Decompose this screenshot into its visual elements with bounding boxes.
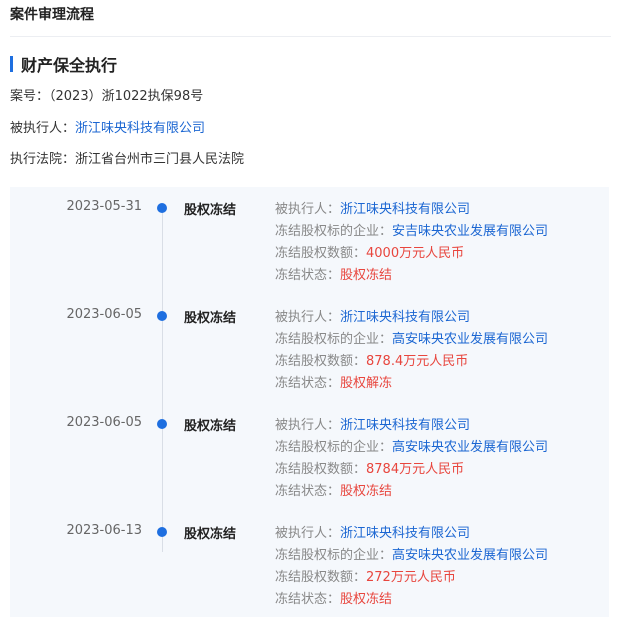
amount-label: 冻结股权数额： bbox=[275, 570, 367, 585]
amount-detail: 冻结股权数额：878.4万元人民币 bbox=[275, 351, 548, 373]
entry-date: 2023-06-05 bbox=[66, 415, 142, 430]
court-value: 浙江省台州市三门县人民法院 bbox=[75, 152, 245, 167]
court-row: 执行法院：浙江省台州市三门县人民法院 bbox=[10, 151, 244, 169]
target-company-detail: 冻结股权标的企业：高安味央农业发展有限公司 bbox=[275, 545, 548, 567]
status-label: 冻结状态： bbox=[275, 268, 341, 283]
entry-details: 被执行人：浙江味央科技有限公司 冻结股权标的企业：高安味央农业发展有限公司 冻结… bbox=[275, 307, 548, 395]
timeline: 2023-05-31 股权冻结 被执行人：浙江味央科技有限公司 冻结股权标的企业… bbox=[10, 187, 609, 617]
target-company-label: 冻结股权标的企业： bbox=[275, 440, 393, 455]
status-label: 冻结状态： bbox=[275, 376, 341, 391]
executee-detail: 被执行人：浙江味央科技有限公司 bbox=[275, 523, 548, 545]
status-detail: 冻结状态：股权冻结 bbox=[275, 481, 548, 503]
amount-detail: 冻结股权数额：4000万元人民币 bbox=[275, 243, 548, 265]
executee-detail: 被执行人：浙江味央科技有限公司 bbox=[275, 307, 548, 329]
target-company-label: 冻结股权标的企业： bbox=[275, 548, 393, 563]
target-company-label: 冻结股权标的企业： bbox=[275, 224, 393, 239]
amount-value: 878.4万元人民币 bbox=[366, 354, 469, 369]
executee-link[interactable]: 浙江味央科技有限公司 bbox=[340, 310, 470, 325]
status-value: 股权冻结 bbox=[340, 484, 393, 499]
target-company-link[interactable]: 高安味央农业发展有限公司 bbox=[392, 440, 548, 455]
page-title: 案件审理流程 bbox=[10, 7, 94, 23]
executee-link[interactable]: 浙江味央科技有限公司 bbox=[340, 202, 470, 217]
executee-row: 被执行人：浙江味央科技有限公司 bbox=[10, 120, 205, 138]
timeline-dot bbox=[157, 419, 167, 429]
entry-date: 2023-06-13 bbox=[66, 523, 142, 538]
entry-details: 被执行人：浙江味央科技有限公司 冻结股权标的企业：安吉味央农业发展有限公司 冻结… bbox=[275, 199, 548, 287]
status-label: 冻结状态： bbox=[275, 592, 341, 607]
target-company-detail: 冻结股权标的企业：安吉味央农业发展有限公司 bbox=[275, 221, 548, 243]
target-company-link[interactable]: 高安味央农业发展有限公司 bbox=[392, 548, 548, 563]
status-value: 股权冻结 bbox=[340, 268, 393, 283]
case-number-row: 案号：（2023）浙1022执保98号 bbox=[10, 88, 203, 106]
status-label: 冻结状态： bbox=[275, 484, 341, 499]
amount-detail: 冻结股权数额：272万元人民币 bbox=[275, 567, 548, 589]
executee-link[interactable]: 浙江味央科技有限公司 bbox=[75, 121, 205, 136]
section-title: 财产保全执行 bbox=[21, 56, 118, 75]
status-detail: 冻结状态：股权冻结 bbox=[275, 589, 548, 611]
target-company-link[interactable]: 安吉味央农业发展有限公司 bbox=[392, 224, 548, 239]
status-value: 股权解冻 bbox=[340, 376, 393, 391]
timeline-dot bbox=[157, 527, 167, 537]
executee-detail: 被执行人：浙江味央科技有限公司 bbox=[275, 415, 548, 437]
case-number-value: （2023）浙1022执保98号 bbox=[49, 89, 204, 104]
amount-value: 8784万元人民币 bbox=[366, 462, 465, 477]
target-company-label: 冻结股权标的企业： bbox=[275, 332, 393, 347]
entry-type: 股权冻结 bbox=[184, 419, 237, 434]
executee-link[interactable]: 浙江味央科技有限公司 bbox=[340, 418, 470, 433]
entry-type: 股权冻结 bbox=[184, 527, 237, 542]
amount-label: 冻结股权数额： bbox=[275, 462, 367, 477]
target-company-link[interactable]: 高安味央农业发展有限公司 bbox=[392, 332, 548, 347]
timeline-entry: 2023-05-31 股权冻结 被执行人：浙江味央科技有限公司 冻结股权标的企业… bbox=[10, 187, 609, 287]
timeline-dot bbox=[157, 203, 167, 213]
executee-detail: 被执行人：浙江味央科技有限公司 bbox=[275, 199, 548, 221]
divider bbox=[10, 36, 611, 37]
target-company-detail: 冻结股权标的企业：高安味央农业发展有限公司 bbox=[275, 329, 548, 351]
executee-label: 被执行人： bbox=[10, 121, 76, 136]
case-number-label: 案号： bbox=[10, 89, 50, 104]
section-header: 财产保全执行 bbox=[10, 54, 118, 75]
timeline-entry: 2023-06-05 股权冻结 被执行人：浙江味央科技有限公司 冻结股权标的企业… bbox=[10, 295, 609, 395]
status-detail: 冻结状态：股权解冻 bbox=[275, 373, 548, 395]
status-value: 股权冻结 bbox=[340, 592, 393, 607]
entry-details: 被执行人：浙江味央科技有限公司 冻结股权标的企业：高安味央农业发展有限公司 冻结… bbox=[275, 415, 548, 503]
timeline-entry: 2023-06-05 股权冻结 被执行人：浙江味央科技有限公司 冻结股权标的企业… bbox=[10, 403, 609, 503]
section-accent-bar bbox=[10, 56, 13, 72]
status-detail: 冻结状态：股权冻结 bbox=[275, 265, 548, 287]
amount-value: 272万元人民币 bbox=[366, 570, 456, 585]
entry-date: 2023-05-31 bbox=[66, 199, 142, 214]
executee-label: 被执行人： bbox=[275, 310, 341, 325]
amount-detail: 冻结股权数额：8784万元人民币 bbox=[275, 459, 548, 481]
timeline-entry: 2023-06-13 股权冻结 被执行人：浙江味央科技有限公司 冻结股权标的企业… bbox=[10, 511, 609, 611]
entry-date: 2023-06-05 bbox=[66, 307, 142, 322]
entry-type: 股权冻结 bbox=[184, 311, 237, 326]
court-label: 执行法院： bbox=[10, 152, 76, 167]
amount-label: 冻结股权数额： bbox=[275, 246, 367, 261]
amount-value: 4000万元人民币 bbox=[366, 246, 465, 261]
executee-label: 被执行人： bbox=[275, 418, 341, 433]
executee-label: 被执行人： bbox=[275, 526, 341, 541]
target-company-detail: 冻结股权标的企业：高安味央农业发展有限公司 bbox=[275, 437, 548, 459]
amount-label: 冻结股权数额： bbox=[275, 354, 367, 369]
executee-link[interactable]: 浙江味央科技有限公司 bbox=[340, 526, 470, 541]
timeline-dot bbox=[157, 311, 167, 321]
entry-type: 股权冻结 bbox=[184, 203, 237, 218]
executee-label: 被执行人： bbox=[275, 202, 341, 217]
entry-details: 被执行人：浙江味央科技有限公司 冻结股权标的企业：高安味央农业发展有限公司 冻结… bbox=[275, 523, 548, 611]
